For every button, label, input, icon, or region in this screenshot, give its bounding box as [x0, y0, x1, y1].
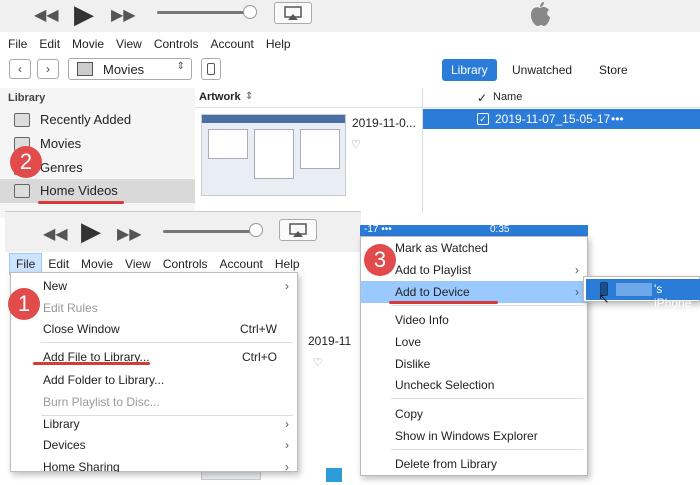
ctx-dislike[interactable]: Dislike — [361, 353, 587, 375]
file-menu-close-window[interactable]: Close Window Ctrl+W — [11, 318, 297, 340]
ctx-copy[interactable]: Copy — [361, 403, 587, 425]
airplay-button[interactable] — [274, 2, 312, 24]
menu-view[interactable]: View — [110, 34, 148, 54]
home-icon — [14, 184, 30, 198]
fast-forward-icon[interactable]: ▶▶ — [117, 224, 142, 244]
apple-logo-icon — [528, 0, 552, 31]
check-column-header[interactable]: ✓ — [477, 91, 487, 105]
device-button[interactable] — [201, 58, 221, 80]
file-menu-new[interactable]: New › — [11, 275, 297, 297]
menu-account[interactable]: Account — [205, 34, 260, 54]
inset-row-date: 2019-11 — [308, 334, 352, 348]
menu-controls[interactable]: Controls — [148, 34, 205, 54]
ctx-video-info[interactable]: Video Info — [361, 309, 587, 331]
sidebar-item-home-videos[interactable]: Home Videos — [0, 179, 195, 203]
ctx-love[interactable]: Love — [361, 331, 587, 353]
video-thumbnail[interactable] — [201, 114, 346, 196]
redacted-device-name — [616, 283, 652, 296]
name-column-header[interactable]: Name — [493, 91, 522, 103]
file-menu-devices[interactable]: Devices › — [11, 434, 297, 456]
file-menu-burn-playlist: Burn Playlist to Disc... — [43, 395, 160, 409]
step-badge-2: 2 — [10, 146, 42, 178]
file-menu-home-sharing[interactable]: Home Sharing › — [11, 456, 297, 472]
menu-file[interactable]: File — [2, 34, 33, 54]
sidebar-item-recently-added[interactable]: Recently Added — [0, 108, 195, 132]
play-icon[interactable]: ▶ — [81, 216, 101, 247]
track-more-icon[interactable]: ••• — [611, 112, 624, 126]
inset-toolbar: ◀◀ ▶ ▶▶ — [5, 212, 361, 252]
love-heart-icon[interactable]: ♡ — [313, 356, 323, 369]
list-header: Artwork ⇕ ✓ Name — [195, 88, 700, 108]
rewind-icon[interactable]: ◀◀ — [43, 224, 68, 244]
device-name-label: 's iPhone — [654, 282, 692, 310]
inset-blue-tile — [326, 468, 342, 482]
track-name: 2019-11-07_15-05-17 — [495, 112, 611, 126]
file-menu-add-folder[interactable]: Add Folder to Library... — [11, 369, 297, 391]
ctx-show-in-explorer[interactable]: Show in Windows Explorer — [361, 425, 587, 447]
menu-bar: File Edit Movie View Controls Account Help — [2, 34, 297, 54]
volume-knob[interactable] — [243, 5, 257, 19]
context-row-snippet: -17 ••• — [364, 225, 392, 235]
volume-knob[interactable] — [249, 223, 263, 237]
forward-button[interactable]: › — [37, 59, 59, 79]
step-badge-3: 3 — [364, 244, 396, 276]
film-icon — [77, 62, 93, 76]
volume-slider[interactable] — [163, 230, 258, 233]
file-menu-edit-rules: Edit Rules — [43, 301, 98, 315]
inset-menu-controls[interactable]: Controls — [157, 254, 214, 274]
artwork-column-header[interactable]: Artwork — [199, 91, 241, 103]
tab-library[interactable]: Library — [442, 59, 497, 81]
inset-menu-view[interactable]: View — [119, 254, 157, 274]
tab-unwatched[interactable]: Unwatched — [503, 59, 581, 81]
artwork-title: 2019-11-0... — [352, 116, 416, 130]
inset-menu-account[interactable]: Account — [214, 254, 269, 274]
file-menu-library[interactable]: Library › — [11, 413, 297, 435]
context-menu: Mark as Watched Add to Playlist › Add to … — [360, 236, 588, 476]
ctx-delete-from-library[interactable]: Delete from Library — [361, 453, 587, 475]
menu-edit[interactable]: Edit — [33, 34, 66, 54]
rewind-icon[interactable]: ◀◀ — [34, 5, 59, 25]
media-kind-select[interactable]: Movies ⇕ — [68, 58, 192, 80]
love-heart-icon[interactable]: ♡ — [351, 138, 361, 151]
menu-help[interactable]: Help — [260, 34, 297, 54]
track-checkbox[interactable]: ✓ — [477, 113, 489, 125]
phone-icon — [207, 63, 215, 75]
play-icon[interactable]: ▶ — [74, 0, 94, 30]
add-file-underline — [33, 362, 150, 365]
step-badge-1: 1 — [8, 288, 40, 320]
menu-movie[interactable]: Movie — [66, 34, 110, 54]
volume-slider[interactable] — [157, 11, 250, 14]
add-to-device-underline — [389, 301, 498, 304]
column-divider — [422, 88, 423, 213]
airplay-button[interactable] — [279, 219, 317, 241]
mouse-cursor-icon: ↖ — [598, 290, 610, 306]
selected-track-row[interactable]: ✓ 2019-11-07_15-05-17 ••• — [423, 109, 700, 129]
context-row-time: 0:35 — [490, 225, 510, 235]
inset-menu-edit[interactable]: Edit — [42, 254, 75, 274]
inset-menu-help[interactable]: Help — [269, 254, 306, 274]
grid-icon — [14, 113, 30, 127]
player-toolbar: ◀◀ ▶ ▶▶ — [0, 0, 700, 32]
ctx-add-to-device[interactable]: Add to Device › — [361, 281, 587, 303]
back-button[interactable]: ‹ — [9, 59, 31, 79]
home-videos-underline — [38, 201, 124, 204]
updown-icon: ⇕ — [176, 61, 185, 72]
file-menu: New › Edit Rules Close Window Ctrl+W Add F… — [10, 272, 298, 472]
tab-store[interactable]: Store — [590, 59, 637, 81]
fast-forward-icon[interactable]: ▶▶ — [111, 5, 136, 25]
media-kind-label: Movies — [103, 62, 145, 77]
inset-menu-movie[interactable]: Movie — [75, 254, 119, 274]
sort-icon: ⇕ — [245, 91, 254, 102]
sidebar-heading: Library — [8, 92, 46, 104]
ctx-uncheck-selection[interactable]: Uncheck Selection — [361, 374, 587, 396]
